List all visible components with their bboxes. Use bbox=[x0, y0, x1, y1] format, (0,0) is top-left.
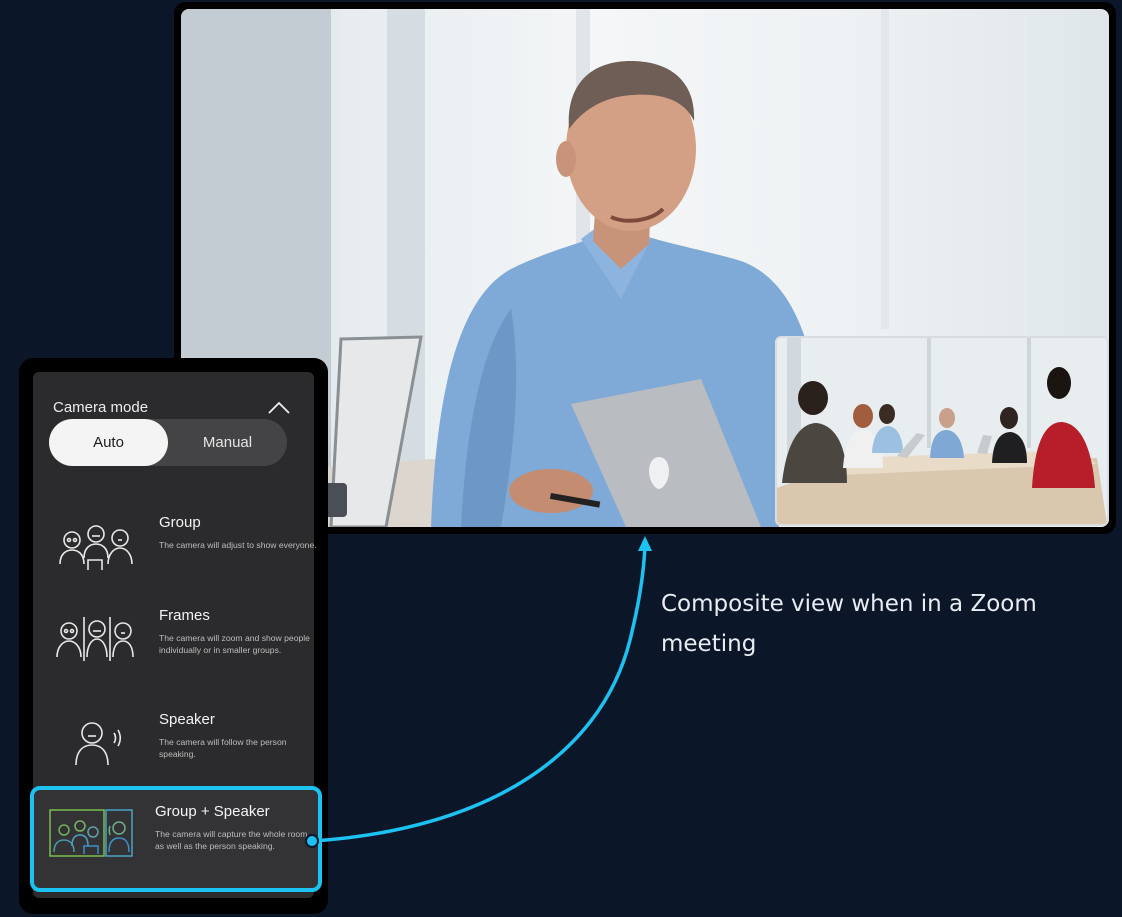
camera-mode-toggle: Auto Manual bbox=[49, 419, 287, 466]
room-overview-pip bbox=[775, 336, 1109, 526]
group-speaker-icon bbox=[46, 802, 133, 862]
mode-option-frames[interactable]: Frames The camera will zoom and show peo… bbox=[41, 593, 311, 693]
speaker-icon bbox=[52, 711, 136, 771]
mode-title: Group bbox=[159, 514, 201, 531]
mode-option-group-speaker[interactable]: Group + Speaker The camera will capture … bbox=[30, 786, 322, 892]
mode-description: The camera will zoom and show people ind… bbox=[159, 633, 310, 655]
frames-icon bbox=[52, 607, 136, 667]
annotation-caption: Composite view when in a Zoom meeting bbox=[661, 591, 1037, 657]
mode-title: Speaker bbox=[159, 711, 215, 728]
mode-description: The camera will adjust to show everyone. bbox=[159, 540, 317, 550]
mode-description: The camera will capture the whole room a… bbox=[155, 829, 308, 851]
chevron-up-icon[interactable] bbox=[267, 398, 291, 416]
mode-description: The camera will follow the person speaki… bbox=[159, 737, 287, 759]
group-icon bbox=[52, 514, 136, 574]
mode-title: Frames bbox=[159, 607, 210, 624]
mode-option-group[interactable]: Group The camera will adjust to show eve… bbox=[41, 500, 317, 600]
camera-mode-panel-frame: Camera mode Auto Manual Group The camera… bbox=[19, 358, 328, 914]
toggle-manual[interactable]: Manual bbox=[168, 419, 287, 466]
camera-mode-panel: Camera mode Auto Manual Group The camera… bbox=[30, 372, 322, 898]
room-overview-image bbox=[777, 338, 1107, 524]
panel-title: Camera mode bbox=[53, 399, 149, 416]
toggle-auto[interactable]: Auto bbox=[49, 419, 168, 466]
mode-option-speaker[interactable]: Speaker The camera will follow the perso… bbox=[41, 697, 311, 797]
mode-title: Group + Speaker bbox=[155, 803, 270, 820]
